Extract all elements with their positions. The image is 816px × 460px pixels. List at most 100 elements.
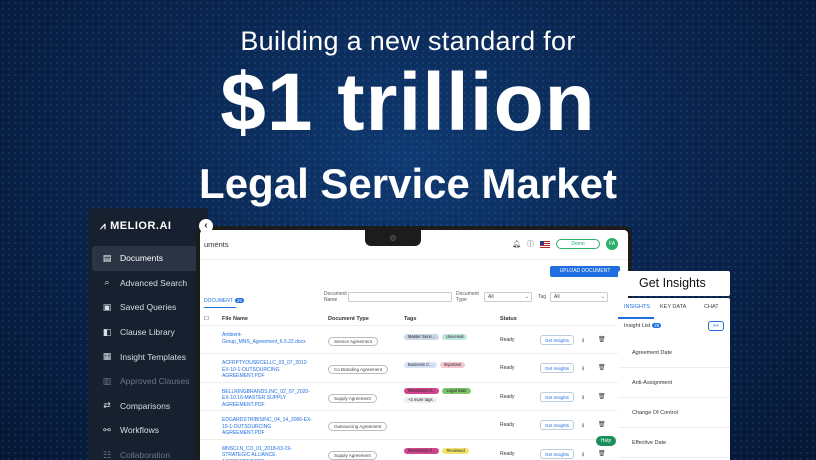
tab-chat[interactable]: CHAT — [704, 304, 719, 310]
sidebar-item-collaboration[interactable]: ☷ Collaboration — [92, 443, 206, 460]
file-name-link[interactable]: BELLRINGBRANDS,INC_02_07_2020-EX-10.16-M… — [222, 389, 314, 409]
document-type-pill: Service Agreement — [328, 337, 379, 346]
tag-chip[interactable]: Reviewed — [442, 447, 469, 454]
sidebar-item-label: Insight Templates — [120, 351, 186, 362]
us-flag-icon[interactable] — [540, 240, 550, 248]
insights-tabs: INSIGHTS KEY DATA CHAT — [618, 302, 730, 319]
book-icon: ◧ — [102, 326, 112, 337]
more-tags-chip[interactable]: +2 more tags — [404, 396, 437, 403]
get-insights-button[interactable]: Get Insights — [540, 420, 574, 431]
upload-document-button[interactable]: UPLOAD DOCUMENT — [550, 266, 620, 277]
sidebar-item-clause-library[interactable]: ◧ Clause Library — [92, 320, 206, 345]
insight-item[interactable]: Agreement Date — [618, 338, 730, 368]
chevron-down-icon: ⌄ — [600, 294, 605, 300]
tag-chip[interactable]: Legal Stan — [442, 387, 471, 394]
help-button[interactable]: Help — [596, 436, 616, 446]
download-icon[interactable]: ⭳ — [582, 450, 584, 460]
add-insight-button[interactable]: ≡+ — [708, 321, 724, 331]
tag-chip[interactable]: Restricted Cl... — [404, 447, 440, 454]
download-icon[interactable]: ⭳ — [582, 336, 584, 346]
table-row[interactable]: MNSCLN_CO_01_2018-03-19-STRATEGIC ALLIAN… — [200, 440, 628, 460]
document-type-label: Document Type — [456, 291, 479, 303]
tab-underline — [618, 317, 654, 319]
sidebar: ⩘ MELIOR.AI ▤ Documents ⌕ Advanced Searc… — [88, 208, 208, 460]
table-row[interactable]: ACFRPTYOUSRCELLC_03_07_2012-EX-10-1-OUTS… — [200, 354, 628, 383]
sidebar-item-label: Clause Library — [120, 327, 175, 338]
collapse-sidebar-button[interactable]: ‹ — [199, 219, 213, 233]
get-insights-button[interactable]: Get Insights — [540, 391, 574, 402]
column-file-name[interactable]: File Name — [222, 316, 248, 322]
page-title: uments — [204, 240, 229, 249]
sidebar-item-comparisons[interactable]: ⇄ Comparisons — [92, 394, 206, 419]
table-row[interactable]: BELLRINGBRANDS,INC_02_07_2020-EX-10.16-M… — [200, 383, 628, 412]
tag-chip[interactable]: Business C... — [404, 362, 437, 369]
sidebar-item-label: Saved Queries — [120, 302, 177, 313]
tag-select[interactable]: All ⌄ — [550, 292, 608, 302]
document-type-pill: Outsourcing Agreement — [328, 422, 388, 432]
tab-key-data[interactable]: KEY DATA — [660, 304, 686, 310]
download-icon[interactable]: ⭳ — [582, 364, 584, 374]
table-row[interactable]: EDGARDSTRIBISINC_04_14_2006-EX-10-1-OUTS… — [200, 411, 628, 440]
file-name-link[interactable]: Ambient-Group_MNS_Agreement_6.5.22.docx — [222, 332, 314, 345]
download-icon[interactable]: ⭳ — [582, 393, 584, 403]
document-app-window: uments 🔔︎ ⓘ Demo FA UPLOAD DOCUMENT DOCU… — [196, 226, 632, 460]
tag-list: Restricted Cl... Reviewed — [404, 447, 484, 454]
table-row[interactable]: Ambient-Group_MNS_Agreement_6.5.22.docx … — [200, 326, 628, 355]
info-icon[interactable]: ⓘ — [527, 239, 534, 249]
insight-item[interactable]: Change Of Control — [618, 398, 730, 428]
tag-chip[interactable]: Master Servi... — [404, 334, 439, 340]
column-document-type[interactable]: Document Type — [328, 316, 369, 322]
workspace-select[interactable]: Demo — [556, 239, 600, 249]
sidebar-item-workflows[interactable]: ⚯ Workflows — [92, 418, 206, 443]
get-insights-button[interactable]: Get Insights — [540, 448, 574, 459]
document-icon: ▤ — [102, 252, 112, 263]
insight-item[interactable]: Anti-Assignment — [618, 368, 730, 398]
tag-list: Business C... Important — [404, 362, 484, 369]
tab-insights[interactable]: INSIGHTS — [624, 304, 650, 310]
chevron-left-icon: ‹ — [204, 220, 208, 231]
file-name-link[interactable]: EDGARDSTRIBISINC_04_14_2006-EX-10-1-OUTS… — [222, 417, 314, 437]
trash-icon[interactable]: 🗑︎ — [598, 421, 606, 428]
document-count-badge: 25 — [234, 298, 244, 303]
insight-count-badge: 25 — [652, 323, 662, 328]
hero-tagline: Legal Service Market — [199, 160, 617, 207]
workflow-icon: ⚯ — [103, 424, 111, 435]
logo-mark-icon: ⩘ — [100, 220, 107, 232]
avatar[interactable]: FA — [606, 238, 618, 250]
file-name-link[interactable]: ACFRPTYOUSRCELLC_03_07_2012-EX-10-1-OUTS… — [222, 360, 314, 380]
column-status[interactable]: Status — [500, 316, 517, 322]
document-name-input[interactable] — [348, 292, 452, 302]
table-header: ☐ File Name Document Type Tags Status — [200, 312, 628, 326]
get-insights-button[interactable]: Get Insights — [540, 363, 574, 374]
column-tags[interactable]: Tags — [404, 316, 416, 322]
tag-chip[interactable]: Important — [439, 362, 466, 369]
file-name-link[interactable]: MNSCLN_CO_01_2018-03-19-STRATEGIC ALLIAN… — [222, 446, 314, 460]
tab-document[interactable]: DOCUMENT 25 — [204, 298, 244, 304]
sidebar-item-documents[interactable]: ▤ Documents — [92, 246, 206, 271]
trash-icon[interactable]: 🗑︎ — [598, 336, 606, 343]
bell-icon[interactable]: 🔔︎ — [512, 240, 521, 248]
sidebar-item-advanced-search[interactable]: ⌕ Advanced Search — [92, 271, 206, 296]
document-type-select[interactable]: All ⌄ — [484, 292, 532, 302]
sidebar-item-approved-clauses[interactable]: ▥ Approved Clauses — [92, 369, 206, 394]
download-icon[interactable]: ⭳ — [582, 421, 584, 431]
trash-icon[interactable]: 🗑︎ — [598, 364, 606, 371]
insight-item[interactable]: Effective Date — [618, 428, 730, 458]
get-insights-button[interactable]: Get Insights — [540, 335, 574, 345]
tag-chip[interactable]: Restricted Cl... — [404, 387, 440, 394]
sidebar-item-insight-templates[interactable]: ▦ Insight Templates — [92, 344, 206, 369]
get-insights-title: Get Insights — [618, 271, 730, 296]
tag-value: All — [554, 294, 560, 300]
hero-subtitle: Building a new standard for — [240, 26, 576, 56]
sidebar-item-label: Workflows — [120, 425, 160, 436]
status-text: Ready — [500, 422, 515, 429]
insight-list-header: Insight List 25 — [624, 323, 662, 329]
brand-name: MELIOR.AI — [110, 220, 172, 232]
select-all-checkbox[interactable]: ☐ — [204, 316, 209, 322]
tag-chip[interactable]: Universal — [442, 334, 468, 340]
sidebar-item-saved-queries[interactable]: ▣ Saved Queries — [92, 295, 206, 320]
trash-icon[interactable]: 🗑︎ — [598, 450, 606, 457]
chevron-down-icon: ⌄ — [524, 294, 529, 300]
trash-icon[interactable]: 🗑︎ — [598, 393, 606, 400]
sidebar-item-label: Comparisons — [120, 400, 171, 411]
